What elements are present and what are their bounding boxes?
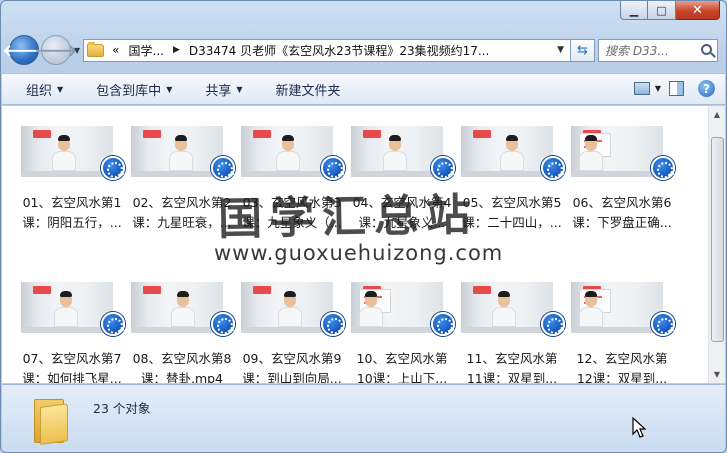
video-thumbnail: [241, 126, 333, 177]
video-file-icon: [541, 312, 565, 336]
forward-arrow-icon: 🡒: [34, 41, 78, 60]
video-file-item[interactable]: 03、玄空风水第3 课：九星象义（...: [237, 124, 347, 280]
view-options-dropdown-icon[interactable]: ▼: [655, 84, 661, 93]
search-input[interactable]: 搜索 D33...: [598, 38, 718, 62]
video-file-item[interactable]: 11、玄空风水第 11课：双星到...: [457, 280, 567, 383]
video-thumbnail: [571, 126, 663, 177]
video-file-item[interactable]: 08、玄空风水第8 课：替卦.mp4: [127, 280, 237, 383]
video-thumbnail: [241, 282, 333, 333]
command-bar: 组织 ▼ 包含到库中 ▼ 共享 ▼ 新建文件夹 ▼ ?: [2, 73, 725, 105]
view-controls: ▼ ?: [633, 80, 715, 97]
video-file-icon: [101, 156, 125, 180]
file-list-view[interactable]: 01、玄空风水第1 课：阴阳五行，... 02、玄空风水第2 课：九星旺衰，... 03…: [2, 106, 708, 383]
scroll-up-icon[interactable]: ▲: [709, 106, 725, 123]
breadcrumb-arrow-icon[interactable]: ▶: [173, 45, 180, 55]
navigation-bar: 🡐 🡒 ▼ « 国学... ▶ D33474 贝老师《玄空风水23节课程》23集…: [3, 34, 718, 66]
mouse-cursor-icon: [632, 417, 646, 438]
search-placeholder: 搜索 D33...: [605, 43, 669, 58]
video-thumbnail: [131, 282, 223, 333]
video-file-icon: [431, 156, 455, 180]
video-file-item[interactable]: 01、玄空风水第1 课：阴阳五行，...: [17, 124, 127, 280]
video-file-icon: [431, 312, 455, 336]
forward-button[interactable]: 🡒: [35, 35, 77, 65]
file-name: 08、玄空风水第8 课：替卦.mp4: [132, 351, 232, 383]
search-icon[interactable]: [701, 43, 712, 55]
video-thumbnail: [461, 126, 553, 177]
folder-icon: [30, 395, 70, 445]
file-name: 06、玄空风水第6 课：下罗盘正确...: [572, 195, 672, 230]
breadcrumb-item[interactable]: 国学...: [129, 42, 164, 59]
video-file-item[interactable]: 04、玄空风水第4 课：九星象义...: [347, 124, 457, 280]
chevron-down-icon: ▼: [236, 84, 243, 94]
file-name: 01、玄空风水第1 课：阴阳五行，...: [22, 195, 122, 230]
video-file-item[interactable]: 02、玄空风水第2 课：九星旺衰，...: [127, 124, 237, 280]
video-thumbnail: [351, 126, 443, 177]
file-name: 02、玄空风水第2 课：九星旺衰，...: [132, 195, 232, 230]
video-file-icon: [321, 156, 345, 180]
new-folder-button[interactable]: 新建文件夹: [276, 80, 341, 99]
share-label: 共享: [205, 83, 232, 99]
video-file-item[interactable]: 05、玄空风水第5 课：二十四山，...: [457, 124, 567, 280]
chevron-down-icon: ▼: [57, 84, 64, 94]
file-name: 05、玄空风水第5 课：二十四山，...: [462, 195, 562, 230]
maximize-button[interactable]: □: [648, 1, 676, 20]
breadcrumb-item[interactable]: D33474 贝老师《玄空风水23节课程》23集视频约17...: [189, 42, 489, 59]
organize-menu[interactable]: 组织 ▼: [26, 80, 63, 99]
video-file-icon: [321, 312, 345, 336]
video-file-icon: [211, 156, 235, 180]
video-thumbnail: [21, 126, 113, 177]
include-in-library-menu[interactable]: 包含到库中 ▼: [96, 80, 172, 99]
file-name: 03、玄空风水第3 课：九星象义（...: [242, 195, 342, 230]
video-file-icon: [211, 312, 235, 336]
details-pane: 23 个对象: [2, 384, 725, 452]
new-folder-label: 新建文件夹: [275, 83, 341, 99]
share-menu[interactable]: 共享 ▼: [205, 80, 242, 99]
file-name: 09、玄空风水第9 课：到山到向局...: [242, 351, 342, 383]
video-thumbnail: [461, 282, 553, 333]
video-file-icon: [651, 312, 675, 336]
explorer-window: ▁ □ ✕ 🡐 🡒 ▼ « 国学... ▶ D33474 贝老师《玄空风水23节…: [0, 0, 727, 453]
scroll-down-icon[interactable]: ▼: [709, 366, 725, 383]
close-button[interactable]: ✕: [676, 1, 720, 20]
address-bar[interactable]: « 国学... ▶ D33474 贝老师《玄空风水23节课程》23集视频约17.…: [83, 38, 571, 62]
organize-label: 组织: [26, 83, 53, 99]
include-in-library-label: 包含到库中: [96, 83, 162, 99]
file-name: 11、玄空风水第 11课：双星到...: [466, 351, 558, 383]
video-file-icon: [541, 156, 565, 180]
file-name: 12、玄空风水第 12课：双星到...: [576, 351, 668, 383]
video-thumbnail: [131, 126, 223, 177]
change-view-icon[interactable]: [633, 82, 650, 95]
caption-buttons: ▁ □ ✕: [620, 1, 720, 20]
chevron-down-icon: ▼: [166, 84, 173, 94]
video-file-item[interactable]: 10、玄空风水第 10课：上山下...: [347, 280, 457, 383]
minimize-button[interactable]: ▁: [620, 1, 648, 20]
help-icon[interactable]: ?: [698, 80, 715, 97]
video-thumbnail: [351, 282, 443, 333]
item-count: 23 个对象: [93, 401, 151, 416]
file-name: 10、玄空风水第 10课：上山下...: [356, 351, 448, 383]
video-file-item[interactable]: 07、玄空风水第7 课：如何排飞星...: [17, 280, 127, 383]
preview-pane-icon[interactable]: [669, 81, 684, 96]
video-file-item[interactable]: 06、玄空风水第6 课：下罗盘正确...: [567, 124, 677, 280]
video-thumbnail: [571, 282, 663, 333]
video-file-item[interactable]: 12、玄空风水第 12课：双星到...: [567, 280, 677, 383]
video-file-item[interactable]: 09、玄空风水第9 课：到山到向局...: [237, 280, 347, 383]
scrollbar-thumb[interactable]: [711, 137, 724, 342]
file-name: 04、玄空风水第4 课：九星象义...: [352, 195, 452, 230]
refresh-icon: ⇆: [577, 42, 588, 58]
vertical-scrollbar[interactable]: ▲ ▼: [708, 106, 725, 383]
video-thumbnail: [21, 282, 113, 333]
folder-icon: [87, 41, 105, 57]
refresh-button[interactable]: ⇆: [571, 38, 595, 62]
file-grid: 01、玄空风水第1 课：阴阳五行，... 02、玄空风水第2 课：九星旺衰，... 03…: [17, 124, 677, 383]
address-dropdown-icon[interactable]: ▼: [557, 45, 564, 55]
recent-pages-dropdown-icon[interactable]: ▼: [74, 46, 80, 55]
video-file-icon: [101, 312, 125, 336]
file-name: 07、玄空风水第7 课：如何排飞星...: [22, 351, 122, 383]
breadcrumb-overflow[interactable]: «: [112, 43, 119, 57]
video-file-icon: [651, 156, 675, 180]
